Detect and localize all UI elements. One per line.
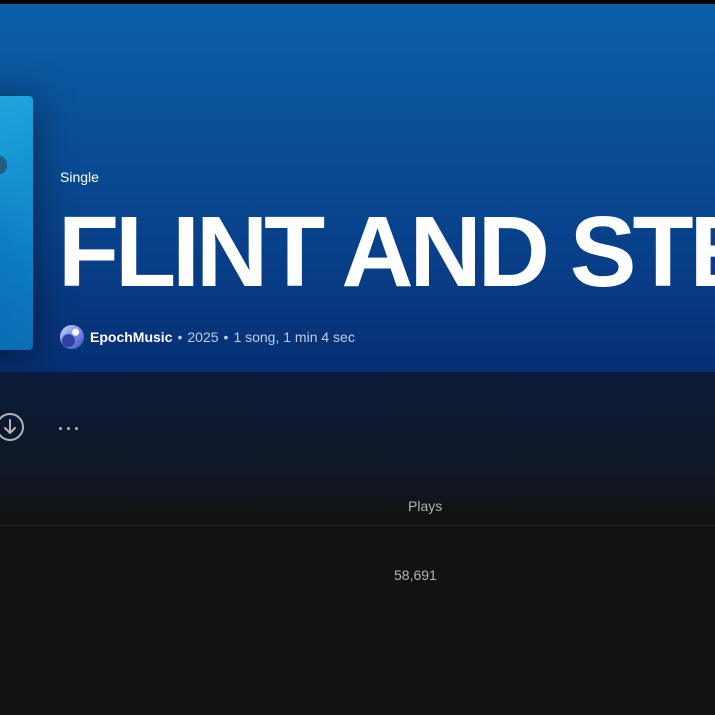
plays-column-header: Plays: [408, 498, 443, 514]
more-options-button[interactable]: [52, 418, 84, 438]
release-type-label: Single: [60, 169, 99, 185]
album-summary: 1 song, 1 min 4 sec: [233, 329, 355, 345]
meta-separator: •: [177, 329, 183, 345]
tracklist-header: Plays: [0, 490, 715, 526]
album-cover[interactable]: [0, 96, 33, 350]
meta-separator: •: [223, 329, 229, 345]
more-options-icon: [66, 426, 70, 430]
download-icon: [0, 413, 24, 441]
download-button[interactable]: [0, 411, 26, 443]
album-header: Single FLINT AND STEEL EpochMusic • 2025…: [0, 4, 715, 372]
cover-artwork-detail: [0, 156, 7, 174]
artist-avatar[interactable]: [60, 325, 84, 349]
album-page: Single FLINT AND STEEL EpochMusic • 2025…: [0, 0, 715, 715]
release-year: 2025: [187, 329, 219, 345]
more-options-icon: [74, 426, 78, 430]
album-meta: EpochMusic • 2025 • 1 song, 1 min 4 sec: [60, 324, 355, 350]
more-options-icon: [58, 426, 62, 430]
table-row[interactable]: 58,691: [0, 556, 715, 596]
artist-link[interactable]: EpochMusic: [90, 329, 172, 345]
track-play-count: 58,691: [394, 567, 437, 583]
album-title: FLINT AND STEEL: [58, 196, 715, 308]
action-bar-background: [0, 372, 715, 715]
